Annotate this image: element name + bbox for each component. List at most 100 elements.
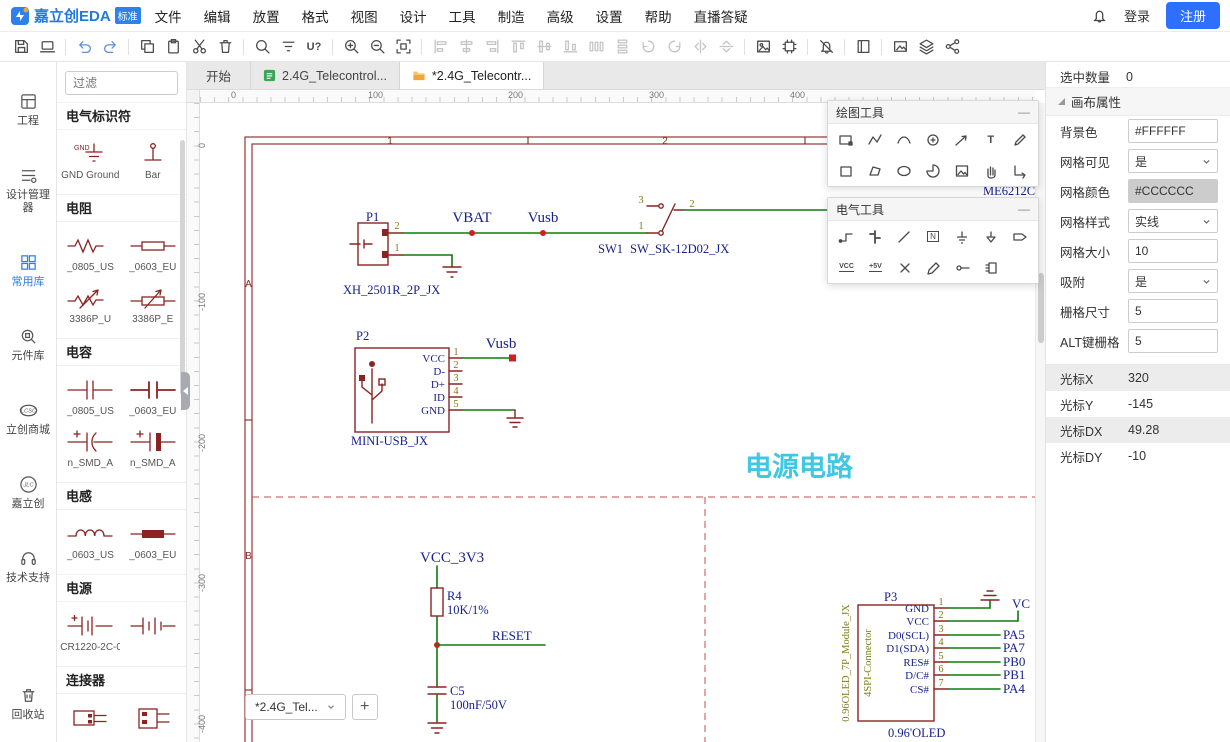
menu-settings[interactable]: 设置	[596, 6, 623, 26]
pencil-tool-icon[interactable]	[1005, 127, 1034, 152]
library-section-power[interactable]: 电源	[57, 574, 186, 602]
corner-tool-icon[interactable]	[1005, 158, 1034, 183]
zoom-in-icon[interactable]	[338, 35, 364, 59]
library-item-cap-polar-a[interactable]: n_SMD_A	[59, 424, 122, 476]
component-p3[interactable]: P3 0.96OLED_7P_Module_JX 4SPI-Connector …	[841, 590, 948, 740]
sheet-tab-current[interactable]: *2.4G_Tel...	[245, 694, 346, 720]
polygon-tool-icon[interactable]	[861, 158, 890, 183]
panel-layout-icon[interactable]	[850, 35, 876, 59]
arc-tool-icon[interactable]	[890, 127, 919, 152]
zoom-out-icon[interactable]	[364, 35, 390, 59]
menu-fabrication[interactable]: 制造	[498, 6, 525, 26]
tab-schematic-active[interactable]: *2.4G_Telecontr...	[400, 62, 544, 89]
text-tool-icon[interactable]: T	[976, 127, 1005, 152]
share-icon[interactable]	[939, 35, 965, 59]
vcc-flag-tool-icon[interactable]: VCC	[832, 255, 861, 280]
app-logo[interactable]: 嘉立创EDA 标准	[10, 5, 141, 26]
menu-file[interactable]: 文件	[155, 6, 182, 26]
menu-edit[interactable]: 编辑	[204, 6, 231, 26]
minimize-icon[interactable]: —	[1018, 202, 1030, 216]
component-p2[interactable]: P2 VCC D- D+ ID GND 1	[351, 329, 462, 448]
menu-tools[interactable]: 工具	[449, 6, 476, 26]
library-item-cap-eu[interactable]: _0603_EU	[122, 372, 185, 424]
snap-select[interactable]: 是	[1128, 269, 1218, 293]
distribute-vertical-icon[interactable]	[609, 35, 635, 59]
sidebar-item-jlc[interactable]: JLC 嘉立创	[0, 475, 56, 511]
notification-bell-icon[interactable]	[1091, 7, 1108, 24]
image-insert-tool-icon[interactable]	[947, 158, 976, 183]
library-item-resistor-eu[interactable]: _0603_EU	[122, 228, 185, 280]
grid-size-input[interactable]	[1128, 239, 1218, 263]
library-section-capacitors[interactable]: 电容	[57, 338, 186, 366]
photo-export-icon[interactable]	[887, 35, 913, 59]
sidebar-item-parts-library[interactable]: 元件库	[0, 327, 56, 363]
rect-tool-icon[interactable]	[832, 127, 861, 152]
menu-design[interactable]: 设计	[400, 6, 427, 26]
library-item-cap-polar-b[interactable]: n_SMD_A	[122, 424, 185, 476]
mirror-horizontal-icon[interactable]	[687, 35, 713, 59]
mirror-vertical-icon[interactable]	[713, 35, 739, 59]
library-item-inductor-us[interactable]: _0603_US	[59, 516, 122, 568]
scrollbar-thumb[interactable]	[1038, 273, 1044, 343]
menu-view[interactable]: 视图	[351, 6, 378, 26]
workspace-icon[interactable]	[34, 35, 60, 59]
register-button[interactable]: 注册	[1166, 2, 1220, 29]
menu-advanced[interactable]: 高级	[547, 6, 574, 26]
align-middle-icon[interactable]	[531, 35, 557, 59]
image-tool-icon[interactable]	[750, 35, 776, 59]
library-section-connectors[interactable]: 连接器	[57, 666, 186, 694]
login-link[interactable]: 登录	[1124, 6, 1150, 25]
arrow-tool-icon[interactable]	[947, 127, 976, 152]
mute-notifications-icon[interactable]	[813, 35, 839, 59]
component-p1[interactable]: P1 2 1 XH_2501R_2P_JX	[343, 210, 440, 297]
library-item-inductor-eu[interactable]: _0603_EU	[122, 516, 185, 568]
sidebar-item-common-library[interactable]: 常用库	[0, 253, 56, 289]
menu-format[interactable]: 格式	[302, 6, 329, 26]
align-right-icon[interactable]	[479, 35, 505, 59]
menu-help[interactable]: 帮助	[645, 6, 672, 26]
no-connect-tool-icon[interactable]	[890, 255, 919, 280]
wire-tool-icon[interactable]	[832, 224, 861, 249]
layers-icon[interactable]	[913, 35, 939, 59]
pan-hand-tool-icon[interactable]	[976, 158, 1005, 183]
align-top-icon[interactable]	[505, 35, 531, 59]
circle-center-tool-icon[interactable]	[919, 127, 948, 152]
library-item-bar[interactable]: Bar	[122, 136, 185, 188]
library-item-pot-us[interactable]: 3386P_U	[59, 280, 122, 332]
library-item-battery-a[interactable]: CR1220-2C-047B-13	[59, 608, 122, 660]
minimize-icon[interactable]: —	[1018, 105, 1030, 119]
paste-icon[interactable]	[160, 35, 186, 59]
rotate-left-icon[interactable]	[635, 35, 661, 59]
sidebar-item-lcsc-mall[interactable]: LCSC 立创商城	[0, 401, 56, 437]
net-vcc3v3-branch[interactable]: VCC_3V3 R4 10K/1% RESET C5 100nF/50V	[420, 550, 545, 733]
find-similar-icon[interactable]	[275, 35, 301, 59]
sidebar-item-project[interactable]: 工程	[0, 92, 56, 128]
power-section-title[interactable]: 电源电路	[745, 451, 854, 482]
zoom-fit-icon[interactable]	[390, 35, 416, 59]
sidebar-item-design-manager[interactable]: 设计管理器	[0, 166, 56, 215]
ellipse-tool-icon[interactable]	[890, 158, 919, 183]
snap-size-input[interactable]	[1128, 299, 1218, 323]
copy-icon[interactable]	[134, 35, 160, 59]
align-left-icon[interactable]	[427, 35, 453, 59]
alt-grid-input[interactable]	[1128, 329, 1218, 353]
library-scrollbar[interactable]	[180, 140, 185, 395]
undo-icon[interactable]	[71, 35, 97, 59]
tab-start[interactable]: 开始	[187, 62, 251, 89]
pie-tool-icon[interactable]	[919, 158, 948, 183]
library-item-connector-b[interactable]	[122, 700, 185, 741]
grid-color-input[interactable]	[1128, 179, 1218, 203]
menu-live-qa[interactable]: 直播答疑	[694, 6, 748, 26]
symbol-help-icon[interactable]: U?	[301, 35, 327, 59]
library-item-battery-b[interactable]	[122, 608, 185, 660]
component-sw1[interactable]: 3 1 2 SW1 SW_SK-12D02_JX	[598, 195, 729, 256]
ground-tool-icon[interactable]	[947, 224, 976, 249]
grid-style-select[interactable]: 实线	[1128, 209, 1218, 233]
group-pins-tool-icon[interactable]	[977, 255, 1006, 280]
library-section-resistors[interactable]: 电阻	[57, 194, 186, 222]
add-sheet-button[interactable]: +	[352, 694, 378, 720]
netflag-tool-icon[interactable]	[976, 224, 1005, 249]
sidebar-item-support[interactable]: 技术支持	[0, 549, 56, 585]
library-item-cap-us[interactable]: _0805_US	[59, 372, 122, 424]
redo-icon[interactable]	[97, 35, 123, 59]
